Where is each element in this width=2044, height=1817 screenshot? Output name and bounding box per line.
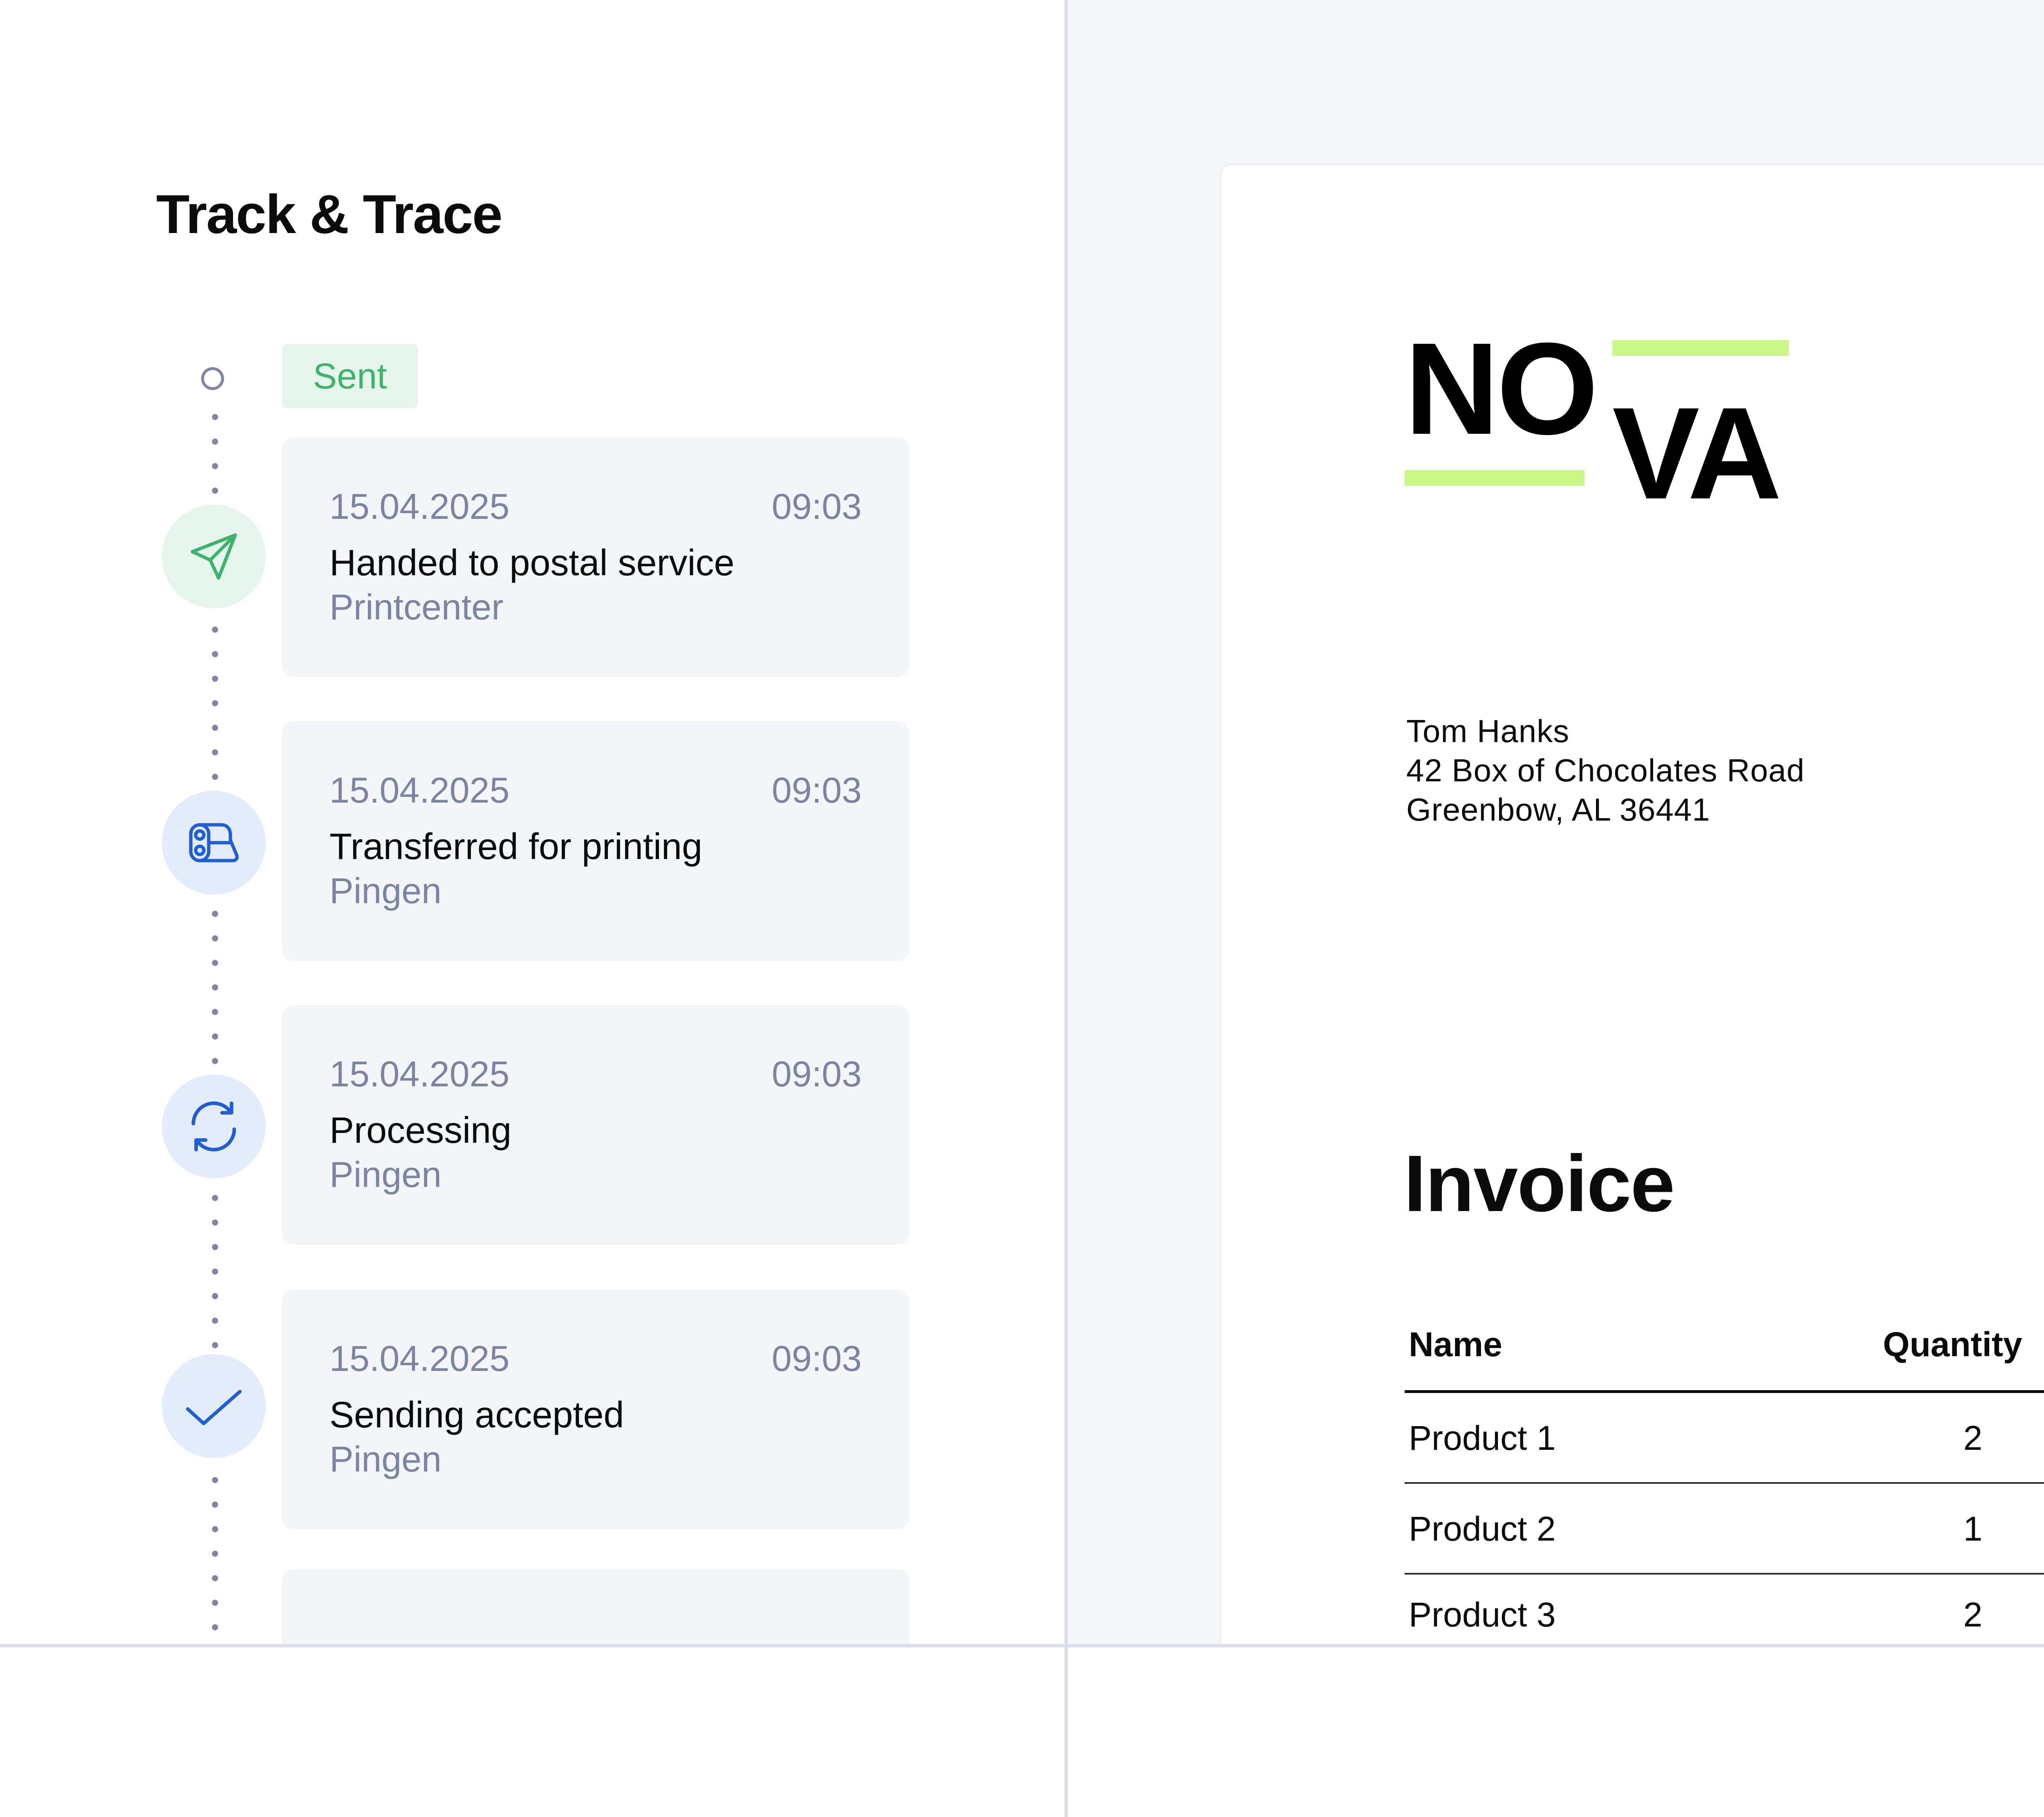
event-date: 15.04.2025: [329, 1054, 510, 1094]
event-source: Pingen: [329, 1154, 442, 1195]
event-date: 15.04.2025: [329, 486, 510, 527]
recipient-city: Greenbow, AL 36441: [1406, 792, 1710, 828]
event-source: Pingen: [329, 1439, 442, 1479]
timeline-connector: [212, 617, 218, 797]
table-row: Product 2 1: [1405, 1484, 2044, 1575]
timeline-connector: [212, 902, 218, 1081]
timeline-event-marker: [162, 1354, 266, 1458]
timeline-event-card[interactable]: 15.04.2025 09:03 Handed to postal servic…: [282, 437, 909, 677]
product-quantity: 2: [1963, 1595, 1983, 1634]
event-title: Processing: [329, 1110, 512, 1151]
recipient-address: Tom Hanks 42 Box of Chocolates Road Gree…: [1406, 711, 1805, 829]
event-source: Printcenter: [329, 587, 504, 627]
send-icon: [191, 533, 237, 580]
timeline-event-marker: [162, 791, 266, 895]
event-time: 09:03: [771, 770, 862, 810]
event-date: 15.04.2025: [329, 1338, 510, 1379]
invoice-title: Invoice: [1404, 1139, 1675, 1228]
company-logo: NO VA: [1405, 315, 1797, 518]
product-quantity: 2: [1963, 1419, 1983, 1457]
table-row: Product 1 2: [1405, 1393, 2044, 1484]
event-title: Transferred for printing: [329, 826, 703, 867]
logo-text-bottom: VA: [1612, 380, 1782, 526]
recipient-street: 42 Box of Chocolates Road: [1406, 752, 1805, 788]
timeline-connector: [212, 1468, 218, 1644]
logo-accent-bar: [1405, 470, 1585, 486]
event-title: Sending accepted: [329, 1395, 624, 1436]
column-header-name: Name: [1409, 1325, 1502, 1364]
status-badge: Sent: [282, 344, 418, 408]
check-icon: [186, 1390, 242, 1425]
product-name: Product 1: [1409, 1419, 1556, 1457]
page-title: Track & Trace: [156, 184, 503, 245]
recipient-name: Tom Hanks: [1406, 713, 1570, 749]
timeline-event-card[interactable]: 15.04.2025 09:03 Sending accepted Pingen: [282, 1290, 909, 1529]
timeline-event-card[interactable]: 15.04.2025 09:03 Processing Pingen: [282, 1005, 909, 1245]
timeline-event-marker: [162, 505, 266, 608]
event-title: Handed to postal service: [329, 543, 735, 583]
product-quantity: 1: [1963, 1510, 1983, 1548]
logo-accent-bar: [1612, 340, 1789, 356]
invoice-table: Name Quantity Product 1 2 Product 2 1 Pr…: [1405, 1308, 2044, 1664]
printer-paper-icon: [189, 823, 239, 862]
product-name: Product 3: [1409, 1595, 1556, 1634]
product-name: Product 2: [1409, 1510, 1556, 1548]
vertical-divider: [1065, 0, 1068, 1817]
event-time: 09:03: [771, 1054, 862, 1094]
event-time: 09:03: [771, 486, 862, 527]
event-date: 15.04.2025: [329, 770, 510, 810]
timeline-event-marker: [162, 1074, 266, 1178]
timeline-event-card[interactable]: 15.04.2025 09:03 Transferred for printin…: [282, 721, 909, 961]
event-time: 09:03: [771, 1338, 862, 1379]
timeline-start-marker: [201, 367, 224, 390]
timeline-connector: [212, 1186, 218, 1366]
refresh-icon: [191, 1101, 236, 1151]
table-header: Name Quantity: [1405, 1308, 2044, 1393]
bottom-blank-area: [0, 1647, 2044, 1817]
event-source: Pingen: [329, 870, 442, 911]
horizontal-divider: [0, 1644, 2044, 1647]
column-header-quantity: Quantity: [1883, 1325, 2022, 1364]
logo-text-top: NO: [1405, 315, 1598, 462]
